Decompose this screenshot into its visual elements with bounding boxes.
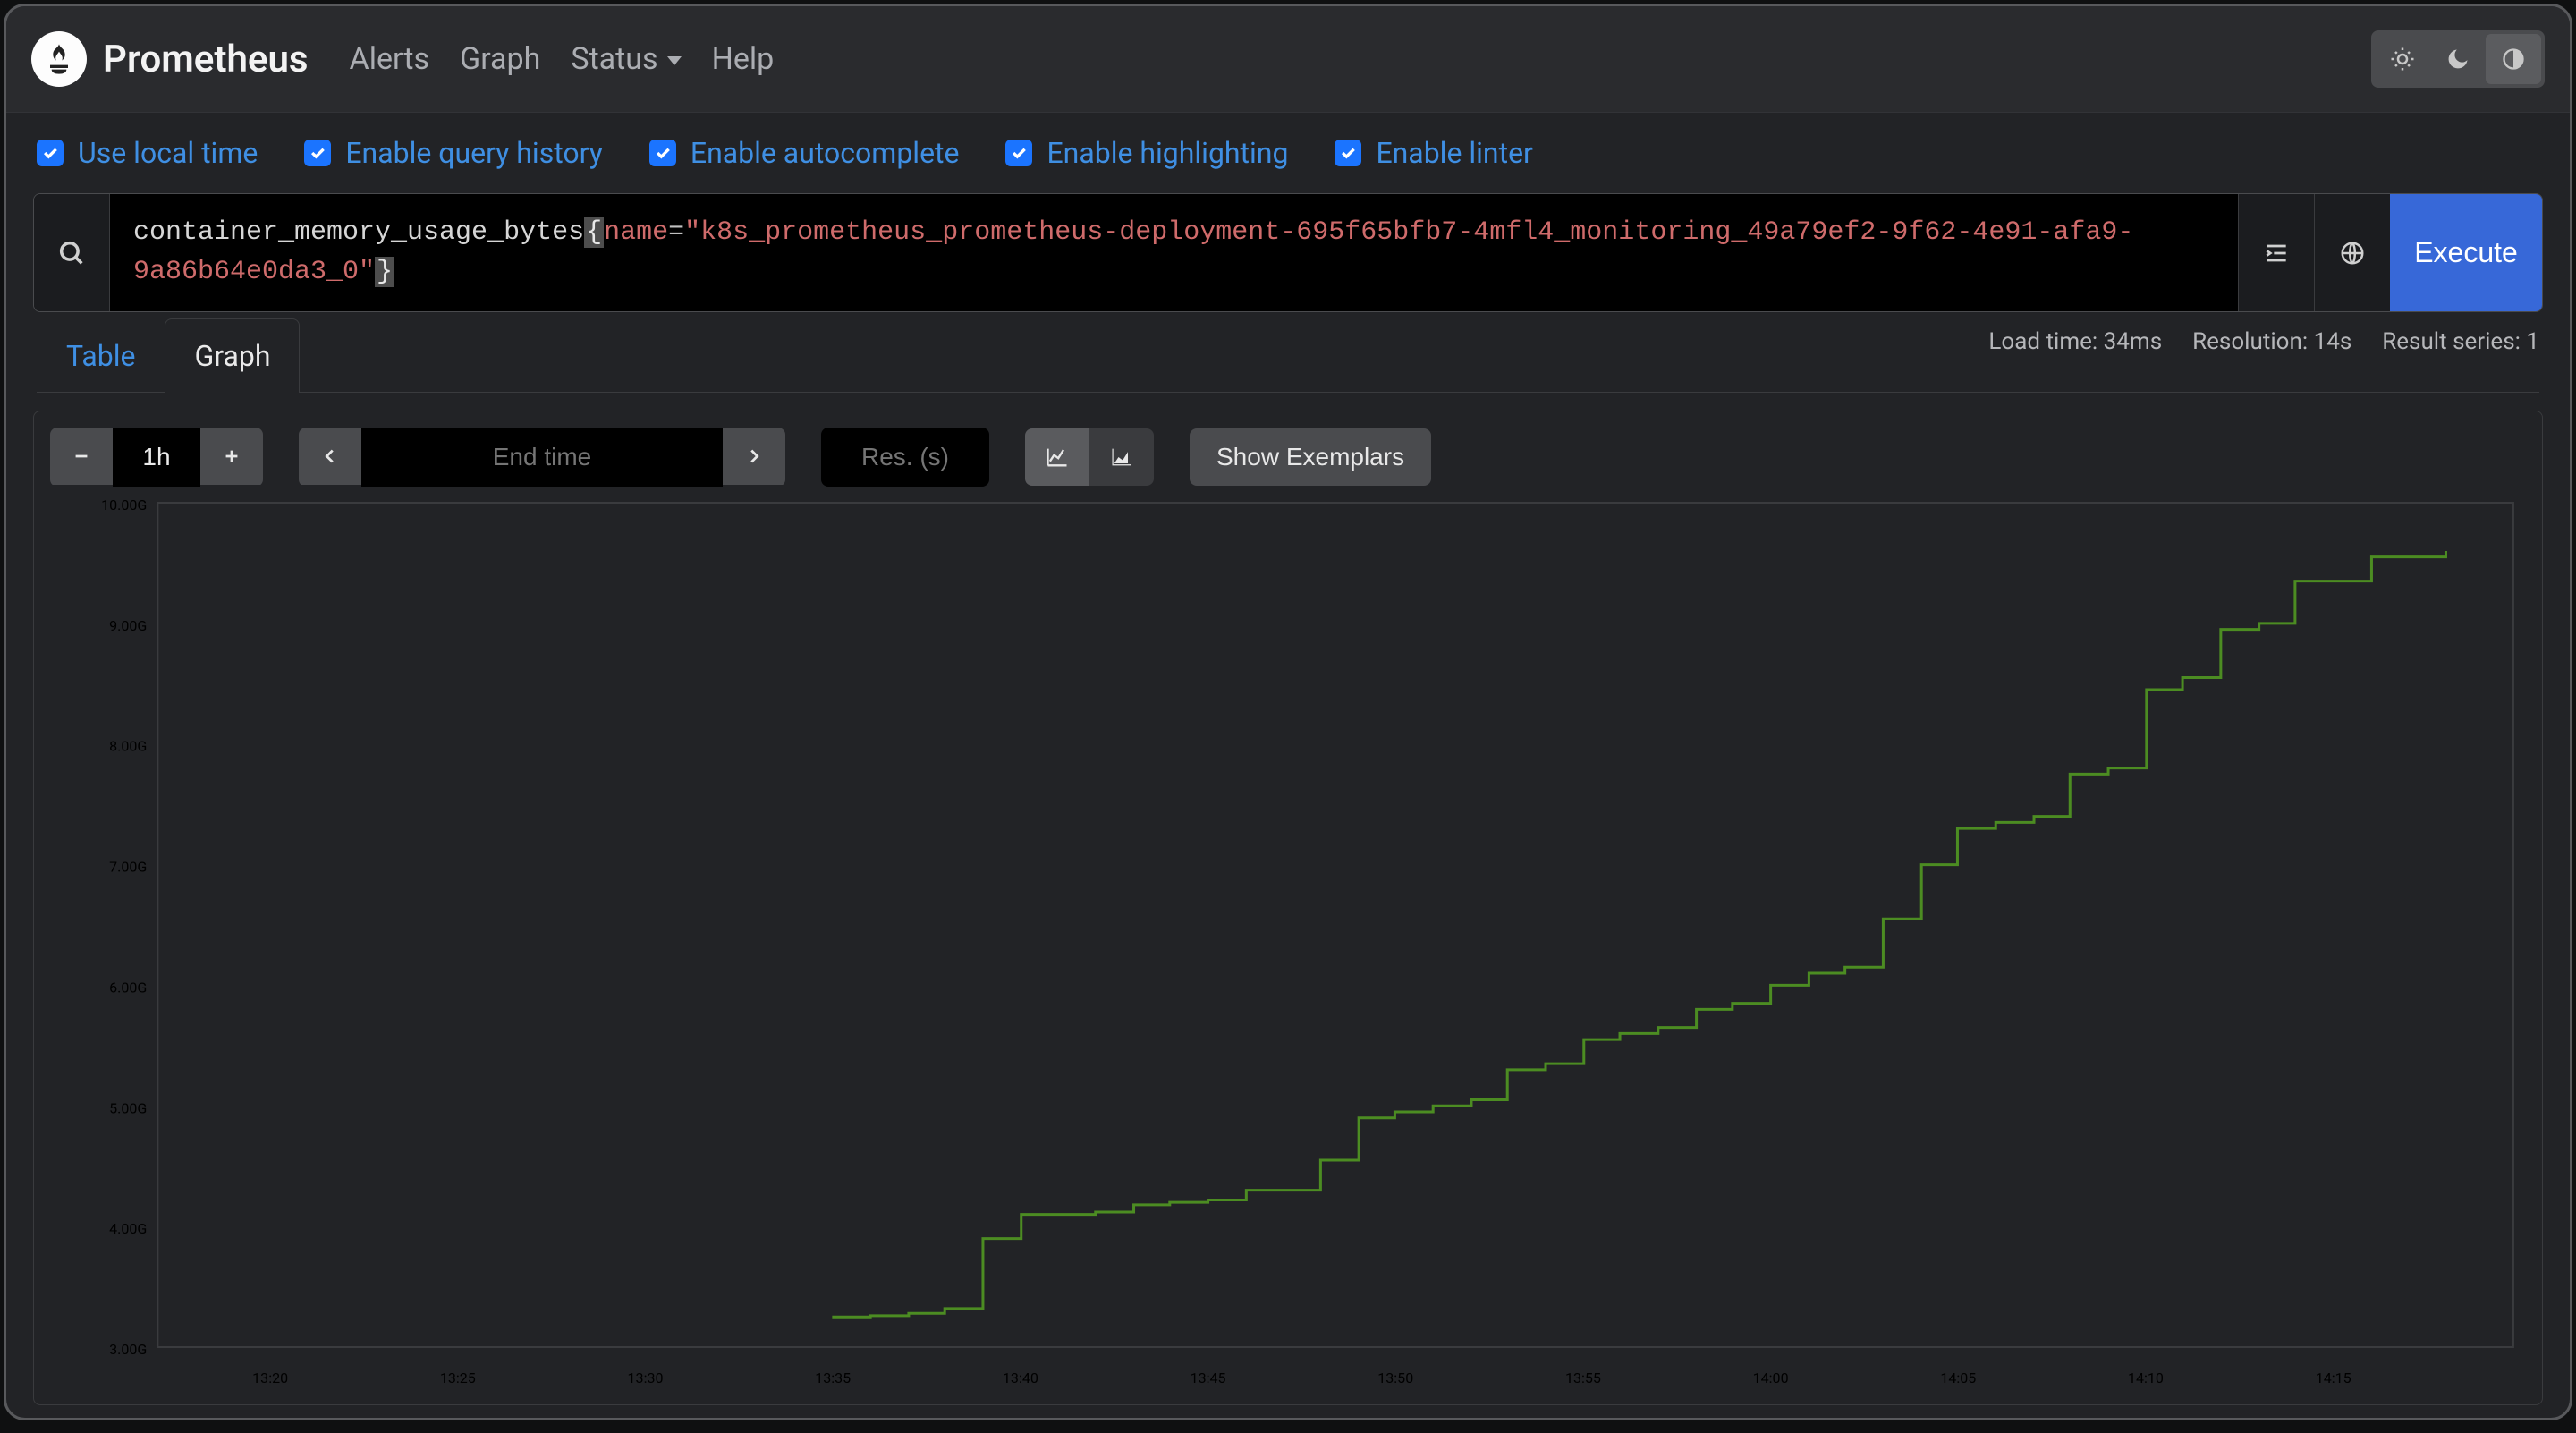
globe-button[interactable] xyxy=(2314,194,2390,311)
svg-text:8.00G: 8.00G xyxy=(109,738,147,755)
contrast-icon xyxy=(2501,47,2526,72)
range-control xyxy=(50,428,263,487)
time-forward-button[interactable] xyxy=(723,428,785,485)
metrics-explorer-button[interactable] xyxy=(34,194,110,311)
range-decrease-button[interactable] xyxy=(50,428,113,485)
chart: 3.00G 4.00G 5.00G 6.00G 7.00G 8.00G 9.00G 10.00… xyxy=(50,497,2526,1401)
opt-autocomplete[interactable]: Enable autocomplete xyxy=(649,136,960,170)
checkbox-checked-icon xyxy=(37,140,64,166)
show-exemplars-button[interactable]: Show Exemplars xyxy=(1190,428,1431,486)
expression-input[interactable]: container_memory_usage_bytes{name="k8s_p… xyxy=(110,194,2238,311)
plus-icon xyxy=(222,446,242,466)
nav-alerts[interactable]: Alerts xyxy=(350,41,430,77)
range-input[interactable] xyxy=(113,428,200,487)
nav-help[interactable]: Help xyxy=(712,41,775,77)
checkbox-checked-icon xyxy=(1335,140,1361,166)
svg-text:4.00G: 4.00G xyxy=(109,1220,147,1237)
svg-text:7.00G: 7.00G xyxy=(109,859,147,876)
svg-text:9.00G: 9.00G xyxy=(109,617,147,634)
opt-query-history[interactable]: Enable query history xyxy=(304,136,603,170)
opt-local-time[interactable]: Use local time xyxy=(37,136,258,170)
chart-mode-toggle xyxy=(1025,428,1154,486)
tab-table[interactable]: Table xyxy=(37,318,165,393)
stat-resolution: Resolution: 14s xyxy=(2192,328,2351,355)
svg-text:13:35: 13:35 xyxy=(815,1369,851,1386)
opt-autocomplete-label: Enable autocomplete xyxy=(691,136,960,170)
result-tabs: Table Graph xyxy=(37,318,2539,393)
search-icon xyxy=(56,238,87,268)
svg-text:10.00G: 10.00G xyxy=(101,497,147,513)
format-query-button[interactable] xyxy=(2238,194,2314,311)
checkbox-checked-icon xyxy=(1005,140,1032,166)
theme-auto-button[interactable] xyxy=(2486,34,2541,84)
checkbox-checked-icon xyxy=(304,140,331,166)
opt-local-time-label: Use local time xyxy=(78,136,258,170)
svg-text:6.00G: 6.00G xyxy=(109,979,147,996)
opt-linter[interactable]: Enable linter xyxy=(1335,136,1532,170)
svg-text:13:40: 13:40 xyxy=(1003,1369,1038,1386)
svg-text:13:55: 13:55 xyxy=(1565,1369,1601,1386)
resolution-control xyxy=(821,428,989,487)
svg-text:5.00G: 5.00G xyxy=(109,1099,147,1116)
range-increase-button[interactable] xyxy=(200,428,263,485)
theme-dark-button[interactable] xyxy=(2430,34,2486,84)
svg-text:14:00: 14:00 xyxy=(1753,1369,1789,1386)
resolution-input[interactable] xyxy=(821,428,989,487)
execute-button[interactable]: Execute xyxy=(2390,194,2542,311)
sun-icon xyxy=(2389,46,2416,72)
chevron-right-icon xyxy=(744,446,764,466)
indent-icon xyxy=(2262,239,2291,267)
svg-text:3.00G: 3.00G xyxy=(109,1341,147,1358)
svg-text:13:25: 13:25 xyxy=(440,1369,476,1386)
nav-status[interactable]: Status xyxy=(571,41,681,77)
time-back-button[interactable] xyxy=(299,428,361,485)
theme-light-button[interactable] xyxy=(2375,34,2430,84)
line-chart-icon xyxy=(1045,445,1070,470)
svg-text:13:20: 13:20 xyxy=(252,1369,288,1386)
minus-icon xyxy=(72,446,91,466)
opt-linter-label: Enable linter xyxy=(1376,136,1532,170)
stat-load-time: Load time: 34ms xyxy=(1988,328,2162,355)
svg-text:14:05: 14:05 xyxy=(1940,1369,1976,1386)
query-options: Use local time Enable query history Enab… xyxy=(6,113,2570,193)
globe-icon xyxy=(2339,240,2366,267)
nav-graph[interactable]: Graph xyxy=(460,41,540,77)
top-nav: Prometheus Alerts Graph Status Help xyxy=(6,6,2570,113)
stat-result-series: Result series: 1 xyxy=(2382,328,2539,355)
end-time-input[interactable] xyxy=(361,428,723,487)
time-control xyxy=(299,428,785,487)
stacked-chart-button[interactable] xyxy=(1089,428,1154,486)
svg-text:13:30: 13:30 xyxy=(628,1369,664,1386)
opt-query-history-label: Enable query history xyxy=(345,136,603,170)
svg-text:14:10: 14:10 xyxy=(2128,1369,2164,1386)
graph-panel: Show Exemplars 3.00G 4.00G 5.00G 6.00G 7.00G… xyxy=(33,411,2543,1405)
theme-switcher xyxy=(2371,30,2545,88)
query-bar: container_memory_usage_bytes{name="k8s_p… xyxy=(33,193,2543,312)
svg-text:13:45: 13:45 xyxy=(1191,1369,1226,1386)
moon-icon xyxy=(2445,47,2470,72)
app-name: Prometheus xyxy=(103,38,309,81)
svg-text:13:50: 13:50 xyxy=(1377,1369,1413,1386)
opt-highlighting[interactable]: Enable highlighting xyxy=(1005,136,1288,170)
prometheus-logo xyxy=(31,31,87,87)
tab-graph[interactable]: Graph xyxy=(165,318,300,393)
checkbox-checked-icon xyxy=(649,140,676,166)
line-chart-button[interactable] xyxy=(1025,428,1089,486)
opt-highlighting-label: Enable highlighting xyxy=(1046,136,1288,170)
chevron-left-icon xyxy=(320,446,340,466)
svg-text:14:15: 14:15 xyxy=(2316,1369,2351,1386)
area-chart-icon xyxy=(1109,445,1134,470)
